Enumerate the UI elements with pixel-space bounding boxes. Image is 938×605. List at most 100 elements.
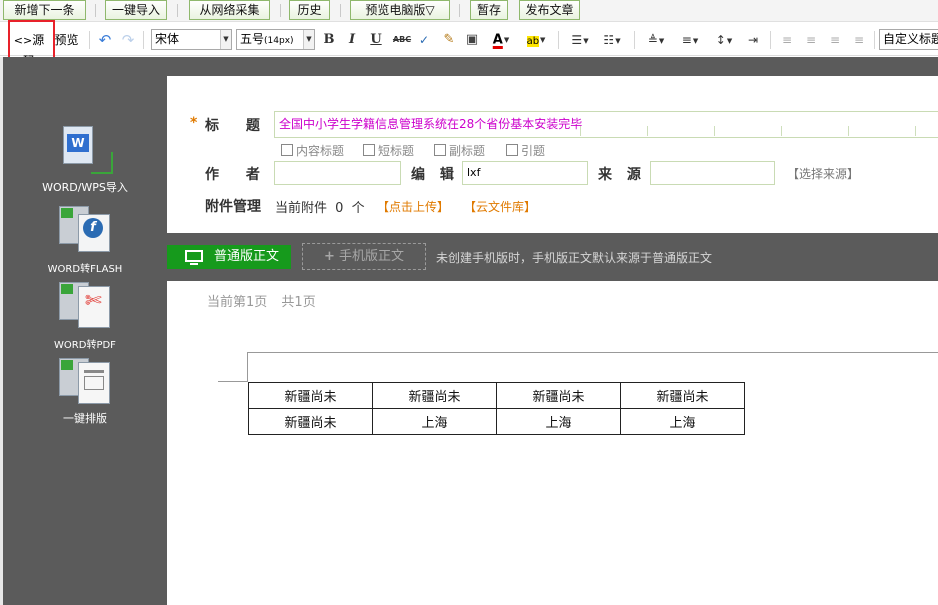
table-cell[interactable]: 新疆尚未 <box>248 382 373 409</box>
title-label: 标 题 <box>205 118 260 134</box>
undo-icon[interactable]: ↶ <box>96 30 114 50</box>
mobile-hint-text: 未创建手机版时，手机版正文默认来源于普通版正文 <box>436 251 713 265</box>
italic-button[interactable]: I <box>344 30 360 50</box>
content-table[interactable]: 新疆尚未 新疆尚未 新疆尚未 新疆尚未 新疆尚未 上海 上海 上海 <box>248 382 745 435</box>
align-center-icon[interactable]: ≡ <box>802 30 820 50</box>
preview-pc-button[interactable]: 预览电脑版▽ <box>350 0 450 20</box>
font-color-button[interactable]: A▼ <box>487 30 515 50</box>
upload-link[interactable]: 【点击上传】 <box>377 198 449 215</box>
paragraph-after-button[interactable]: ≡▼ <box>676 30 704 50</box>
paste-icon[interactable]: ▣ <box>463 30 481 50</box>
chevron-down-icon: ▼ <box>540 36 546 44</box>
toolbar-divider <box>770 31 771 49</box>
lead-title-checkbox[interactable]: 引题 <box>506 142 545 159</box>
document-editing-area[interactable] <box>167 281 938 605</box>
line-height-icon: ↕ <box>715 33 726 47</box>
table-cell[interactable]: 新疆尚未 <box>496 382 621 409</box>
editor-input[interactable]: lxf <box>462 161 588 185</box>
table-cell[interactable]: 新疆尚未 <box>372 382 497 409</box>
font-family-select[interactable]: 宋体 ▼ <box>151 29 232 50</box>
custom-title-select[interactable]: 自定义标题 <box>879 29 938 50</box>
pdf-convert-icon: ✄ <box>37 282 133 330</box>
monitor-stand <box>190 263 198 265</box>
underline-button[interactable]: U <box>368 30 384 50</box>
toolbar-divider <box>340 4 341 17</box>
auto-format-tool[interactable]: 一键排版 <box>37 358 133 426</box>
table-cell[interactable]: 新疆尚未 <box>248 408 373 435</box>
format-toolbar: <>源码 预览 ↶ ↷ 宋体 ▼ 五号(14px) ▼ B I U ABC ✓ … <box>0 24 938 68</box>
cloud-library-link[interactable]: 【云文件库】 <box>464 198 536 215</box>
title-ruler <box>580 126 938 136</box>
save-draft-button[interactable]: 暂存 <box>470 0 508 20</box>
word-to-pdf-tool[interactable]: ✄ WORD转PDF <box>37 282 133 351</box>
line-height-button[interactable]: ↕▼ <box>710 30 738 50</box>
table-cell[interactable]: 上海 <box>496 408 621 435</box>
author-input[interactable] <box>274 161 401 185</box>
chevron-down-icon: ▼ <box>303 30 314 49</box>
highlight-color-button[interactable]: ab▼ <box>520 30 552 50</box>
editor-label: 编 辑 <box>411 167 454 183</box>
line-spacing-after-icon: ≡ <box>681 33 692 47</box>
spellcheck-icon[interactable]: ✓ <box>415 30 433 50</box>
toolbar-divider <box>177 4 178 17</box>
format-painter-icon[interactable]: ✎ <box>440 30 458 50</box>
toolbar-divider <box>874 31 875 49</box>
chevron-down-icon: ▼ <box>503 36 510 44</box>
short-title-checkbox[interactable]: 短标题 <box>363 142 414 159</box>
source-input[interactable] <box>650 161 775 185</box>
page-margin-guide <box>218 381 248 382</box>
align-right-icon[interactable]: ≡ <box>826 30 844 50</box>
font-color-icon: A <box>492 32 503 48</box>
chevron-down-icon: ▼ <box>658 36 665 45</box>
chevron-down-icon: ▼ <box>615 36 621 45</box>
bold-button[interactable]: B <box>321 30 337 50</box>
subtitle-checkbox[interactable]: 副标题 <box>434 142 485 159</box>
publish-article-button[interactable]: 发布文章 <box>519 0 580 20</box>
page-indicator: 当前第1页 共1页 <box>207 295 316 310</box>
toolbar-divider <box>459 4 460 17</box>
attachment-info: 当前附件 0 个 <box>275 201 365 216</box>
table-cell[interactable]: 新疆尚未 <box>620 382 745 409</box>
history-button[interactable]: 历史 <box>289 0 330 20</box>
table-cell[interactable]: 上海 <box>372 408 497 435</box>
chevron-down-icon: ▼ <box>692 36 699 45</box>
highlight-icon: ab <box>526 35 540 47</box>
align-left-icon[interactable]: ≡ <box>778 30 796 50</box>
align-justify-icon[interactable]: ≡ <box>850 30 868 50</box>
toolbar-divider <box>634 31 635 49</box>
content-title-checkbox[interactable]: 内容标题 <box>281 142 344 159</box>
source-label: 来 源 <box>598 167 641 183</box>
indent-icon[interactable]: ⇥ <box>744 30 762 50</box>
line-spacing-before-icon: ≜ <box>647 33 658 47</box>
strikethrough-button[interactable]: ABC <box>392 30 412 50</box>
author-label: 作 者 <box>205 167 260 183</box>
word-import-tool[interactable]: W WORD/WPS导入 <box>37 124 133 195</box>
one-click-import-button[interactable]: 一键导入 <box>105 0 167 20</box>
left-edge-strip <box>0 57 3 605</box>
ordered-list-button[interactable]: ☰▼ <box>566 30 594 50</box>
attachment-label: 附件管理 <box>205 199 261 215</box>
monitor-icon <box>185 250 203 262</box>
toolbar-divider <box>143 31 144 49</box>
mobile-content-tab[interactable]: + 手机版正文 <box>302 243 426 270</box>
word-import-icon: W <box>37 124 133 176</box>
word-to-flash-tool[interactable]: f WORD转FLASH <box>37 206 133 275</box>
flash-convert-icon: f <box>37 206 133 256</box>
table-row: 新疆尚未 上海 上海 上海 <box>248 408 745 435</box>
redo-icon[interactable]: ↷ <box>119 30 137 50</box>
normal-content-tab[interactable]: 普通版正文 <box>167 245 291 269</box>
required-mark: * <box>190 115 198 131</box>
toolbar-divider <box>95 4 96 17</box>
ordered-list-icon: ☰ <box>571 33 583 47</box>
add-next-button[interactable]: 新增下一条 <box>3 0 86 20</box>
preview-button[interactable]: 预览 <box>53 30 80 50</box>
table-cell[interactable]: 上海 <box>620 408 745 435</box>
font-size-select[interactable]: 五号(14px) ▼ <box>236 29 315 50</box>
auto-format-icon <box>37 358 133 406</box>
chevron-down-icon: ▼ <box>220 30 231 49</box>
choose-source-link[interactable]: 【选择来源】 <box>787 165 859 182</box>
toolbar-divider <box>558 31 559 49</box>
unordered-list-button[interactable]: ☷▼ <box>598 30 626 50</box>
web-collect-button[interactable]: 从网络采集 <box>189 0 270 20</box>
paragraph-before-button[interactable]: ≜▼ <box>642 30 670 50</box>
